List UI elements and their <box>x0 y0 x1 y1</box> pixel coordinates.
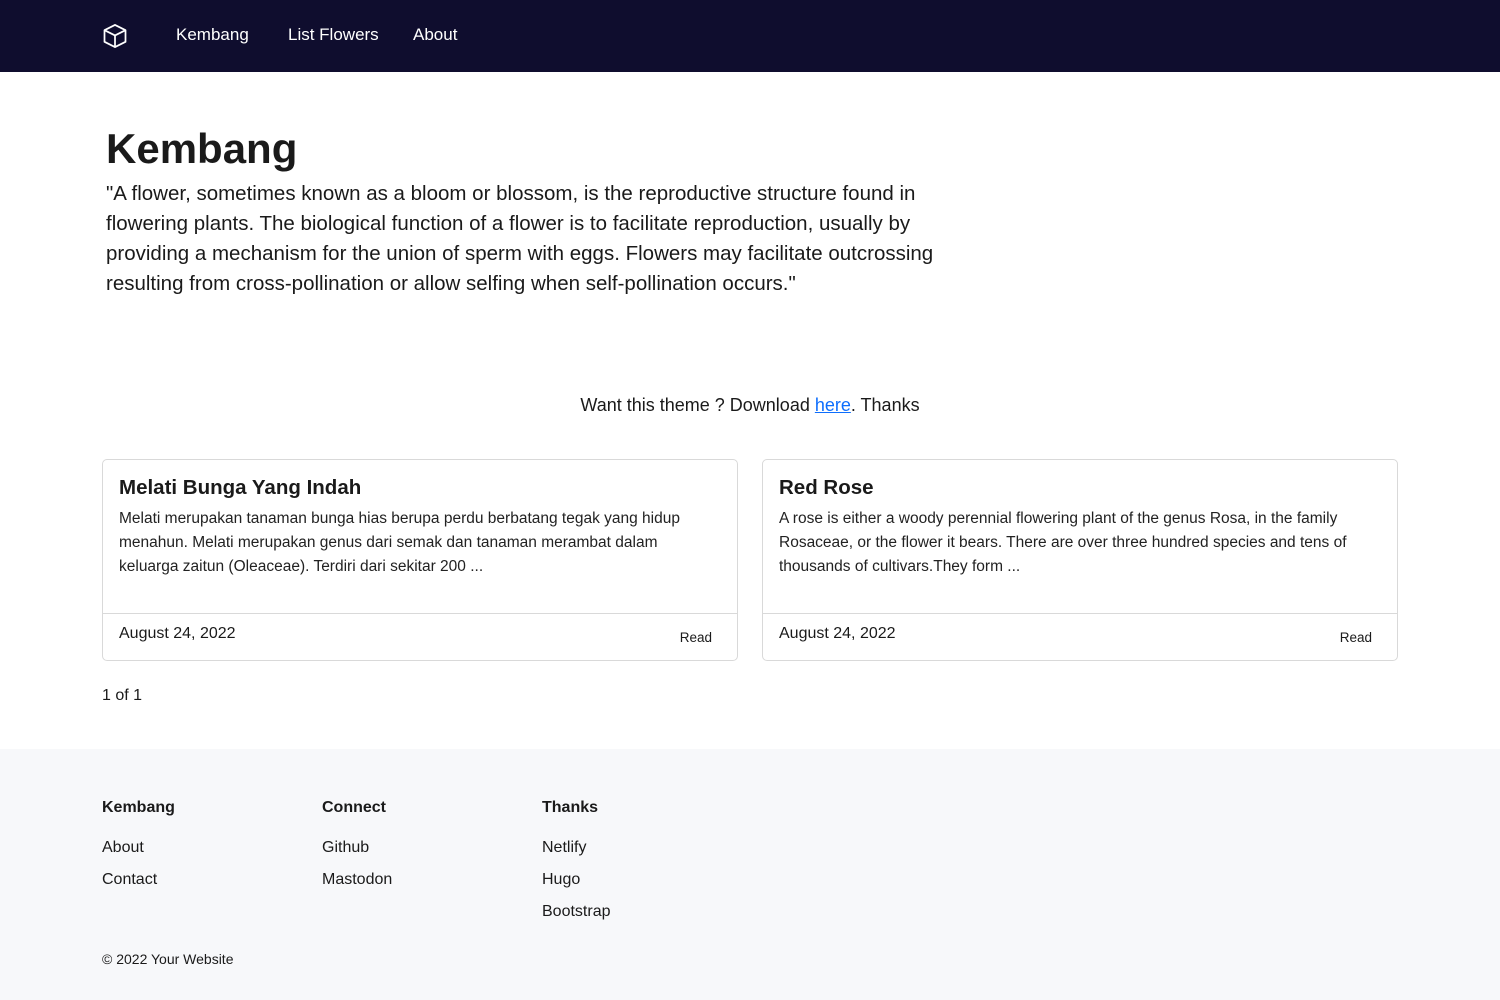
pagination-status: 1 of 1 <box>102 687 143 704</box>
copyright-text: © 2022 Your Website <box>102 951 234 967</box>
footer-heading: Connect <box>322 799 386 816</box>
post-date: August 24, 2022 <box>779 625 896 642</box>
nav-link-kembang[interactable]: Kembang <box>176 24 249 46</box>
footer-column-connect: Connect Github Mastodon <box>322 797 522 901</box>
post-card-body: Red Rose A rose is either a woody perenn… <box>763 460 1397 613</box>
download-suffix: . Thanks <box>850 395 920 415</box>
download-prefix: Want this theme ? Download <box>580 395 815 415</box>
nav-link-list-flowers[interactable]: List Flowers <box>288 24 379 46</box>
download-notice: Want this theme ? Download here. Thanks <box>0 392 1500 418</box>
post-title[interactable]: Red Rose <box>779 476 1381 500</box>
read-button[interactable]: Read <box>680 629 712 647</box>
navbar: Kembang List Flowers About <box>0 0 1500 72</box>
post-card-footer: August 24, 2022 Read <box>103 613 737 661</box>
footer-link-hugo[interactable]: Hugo <box>542 869 742 901</box>
post-card: Red Rose A rose is either a woody perenn… <box>762 459 1398 661</box>
footer-link-netlify[interactable]: Netlify <box>542 837 742 869</box>
nav-link-about[interactable]: About <box>413 24 457 46</box>
post-card: Melati Bunga Yang Indah Melati merupakan… <box>102 459 738 661</box>
post-date: August 24, 2022 <box>119 625 236 642</box>
read-button[interactable]: Read <box>1340 629 1372 647</box>
footer-heading: Thanks <box>542 799 599 816</box>
page-title: Kembang <box>106 125 298 172</box>
footer-link-mastodon[interactable]: Mastodon <box>322 869 522 901</box>
download-link[interactable]: here <box>815 395 851 415</box>
post-card-body: Melati Bunga Yang Indah Melati merupakan… <box>103 460 737 613</box>
footer-link-about[interactable]: About <box>102 837 302 869</box>
post-title[interactable]: Melati Bunga Yang Indah <box>119 476 721 500</box>
footer-link-bootstrap[interactable]: Bootstrap <box>542 901 742 933</box>
box-icon[interactable] <box>101 22 129 50</box>
footer-column-thanks: Thanks Netlify Hugo Bootstrap <box>542 797 742 933</box>
post-excerpt: A rose is either a woody perennial flowe… <box>779 510 1347 575</box>
footer-column-kembang: Kembang About Contact <box>102 797 302 901</box>
footer-heading: Kembang <box>102 799 175 816</box>
post-excerpt: Melati merupakan tanaman bunga hias beru… <box>119 510 680 575</box>
footer-link-contact[interactable]: Contact <box>102 869 302 901</box>
post-card-footer: August 24, 2022 Read <box>763 613 1397 661</box>
footer-link-github[interactable]: Github <box>322 837 522 869</box>
footer: Kembang About Contact Connect Github Mas… <box>0 749 1500 1000</box>
hero-quote: "A flower, sometimes known as a bloom or… <box>106 182 934 295</box>
